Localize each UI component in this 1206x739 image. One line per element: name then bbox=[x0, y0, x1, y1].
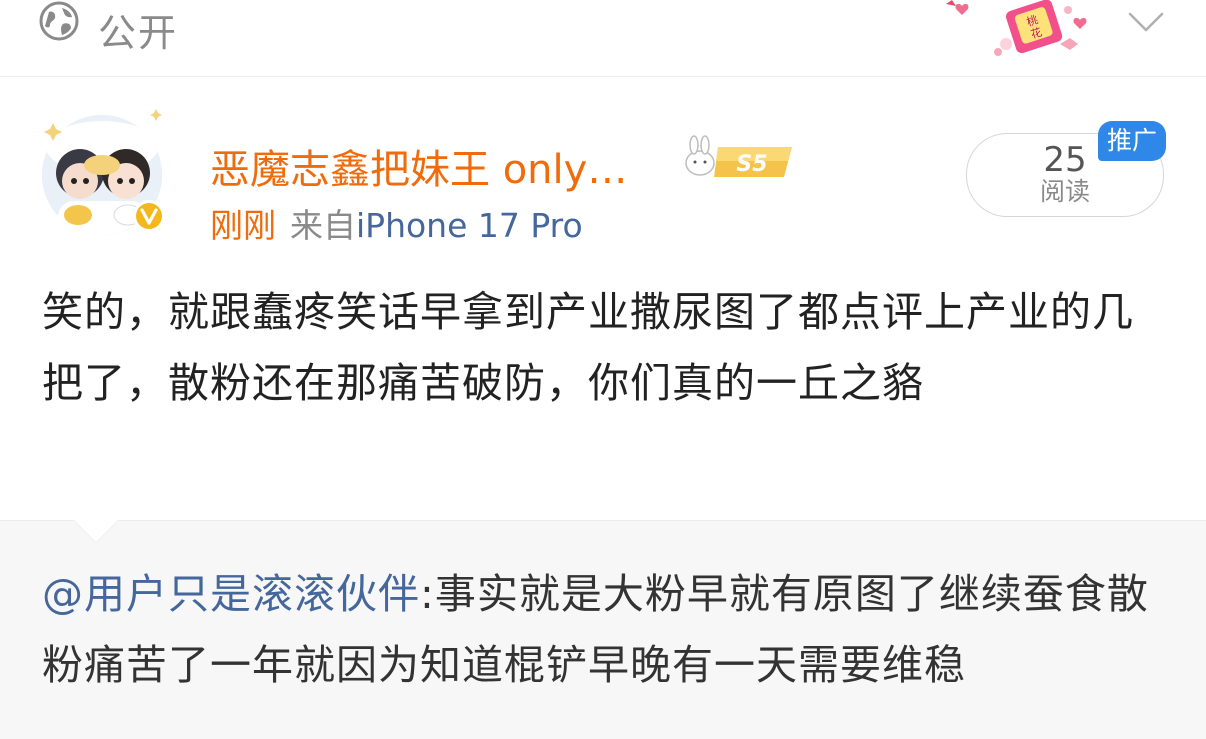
globe-icon bbox=[39, 1, 79, 41]
post-meta: 刚刚 来自iPhone 17 Pro bbox=[210, 199, 583, 247]
repost-separator: : bbox=[420, 570, 435, 618]
avatar[interactable] bbox=[38, 107, 170, 239]
author-name[interactable]: 恶魔志鑫把妹王 only… bbox=[210, 137, 627, 195]
chevron-down-icon[interactable] bbox=[1126, 2, 1166, 42]
post-text: 笑的，就跟蠢疼笑话早拿到产业撒尿图了都点评上产业的几把了，散粉还在那痛苦破防，你… bbox=[42, 288, 1134, 407]
level-badge-label: S5 bbox=[736, 152, 767, 177]
top-bar: 公开 桃 花 bbox=[0, 0, 1206, 77]
bunny-icon bbox=[685, 135, 715, 176]
repost-mention[interactable]: @用户只是滚滚伙伴 bbox=[42, 570, 420, 618]
source-prefix: 来自 bbox=[290, 206, 356, 245]
promo-tag[interactable]: 推广 bbox=[1098, 121, 1166, 161]
repost-text-block: @用户只是滚滚伙伴:事实就是大粉早就有原图了继续蚕食散粉痛苦了一年就因为知道棍铲… bbox=[42, 559, 1162, 701]
read-label: 阅读 bbox=[1039, 177, 1090, 206]
post-card: 恶魔志鑫把妹王 only… S5 刚刚 来自iPhone 17 Pro 25 阅读… bbox=[0, 77, 1206, 520]
notch bbox=[74, 520, 118, 542]
reposted-content[interactable]: @用户只是滚滚伙伴:事实就是大粉早就有原图了继续蚕食散粉痛苦了一年就因为知道棍铲… bbox=[0, 520, 1206, 739]
post-time: 刚刚 bbox=[210, 206, 276, 245]
verified-badge-icon bbox=[133, 200, 165, 232]
decorative-sticker: 桃 花 bbox=[946, 0, 1087, 56]
level-badge[interactable]: S5 bbox=[680, 133, 795, 185]
visibility-label[interactable]: 公开 bbox=[98, 2, 178, 57]
source-device[interactable]: iPhone 17 Pro bbox=[356, 206, 583, 245]
